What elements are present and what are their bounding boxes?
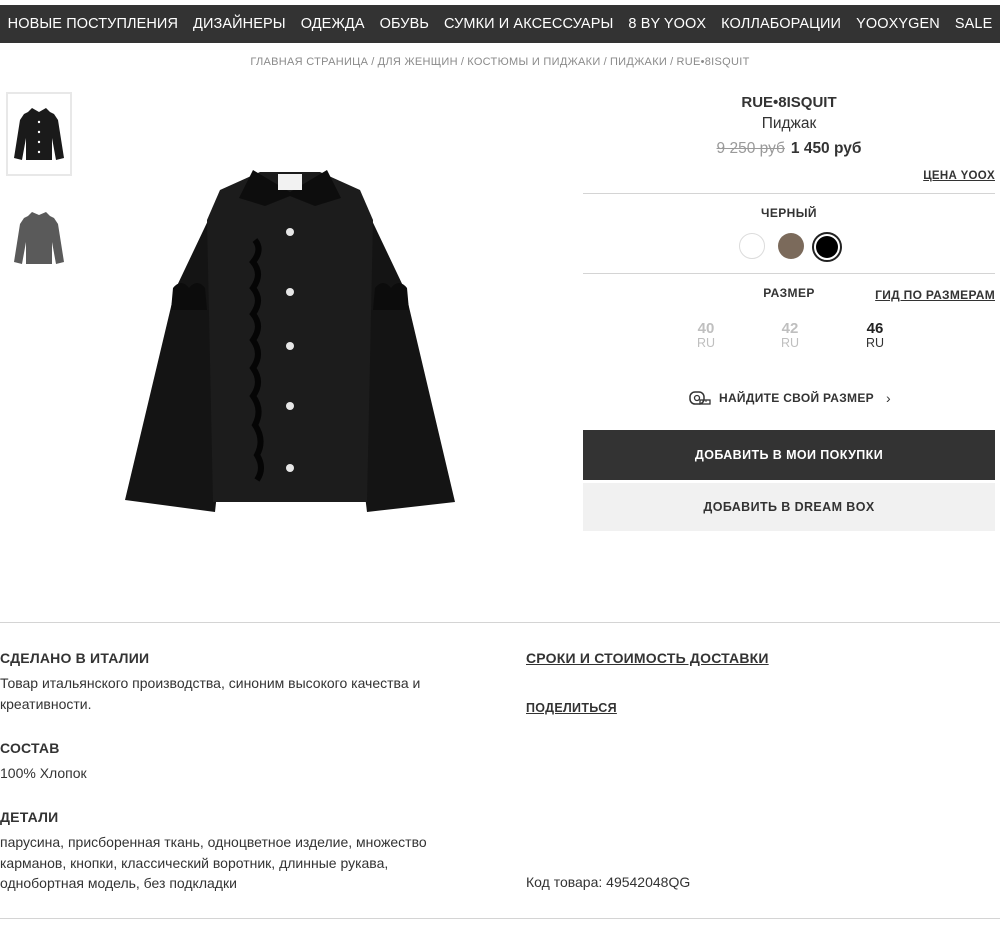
breadcrumb-separator: / — [603, 56, 607, 68]
composition-text: 100% Хлопок — [0, 765, 87, 781]
nav-item-new-arrivals[interactable]: НОВЫЕ ПОСТУПЛЕНИЯ — [8, 16, 178, 32]
nav-item-collaborations[interactable]: КОЛЛАБОРАЦИИ — [721, 16, 841, 32]
product-main-image[interactable] — [105, 150, 475, 530]
find-your-size-link[interactable]: НАЙДИТЕ СВОЙ РАЗМЕР › — [689, 388, 891, 408]
find-your-size-label: НАЙДИТЕ СВОЙ РАЗМЕР — [719, 391, 874, 405]
price-row: 9 250 руб 1 450 руб — [583, 140, 995, 158]
divider — [583, 273, 995, 274]
details-text: парусина, присборенная ткань, одноцветно… — [0, 834, 427, 891]
breadcrumb-jackets[interactable]: ПИДЖАКИ — [610, 56, 667, 68]
nav-item-yooxygen[interactable]: YOOXYGEN — [856, 16, 940, 32]
made-in-title: СДЕЛАНО В ИТАЛИИ — [0, 650, 150, 666]
breadcrumb-separator: / — [670, 56, 674, 68]
breadcrumb-separator: / — [460, 56, 465, 68]
add-to-dreambox-button[interactable]: ДОБАВИТЬ В DREAM BOX — [583, 483, 995, 531]
breadcrumb: ГЛАВНАЯ СТРАНИЦА / ДЛЯ ЖЕНЩИН / КОСТЮМЫ И ПИ… — [0, 56, 1000, 68]
product-code: Код товара: 49542048QG — [526, 874, 691, 890]
nav-item-sale[interactable]: SALE — [955, 16, 992, 32]
made-in-text: Товар итальянского производства, синоним… — [0, 675, 421, 712]
thumbnail-front[interactable] — [6, 92, 72, 176]
size-guide-link[interactable]: ГИД ПО РАЗМЕРАМ — [875, 288, 995, 302]
breadcrumb-separator: / — [371, 56, 375, 68]
nav-item-8-by-yoox[interactable]: 8 BY YOOX — [628, 16, 706, 32]
selected-color-label: ЧЕРНЫЙ — [761, 206, 817, 220]
color-swatch-black[interactable] — [812, 232, 842, 262]
nav-item-clothing[interactable]: ОДЕЖДА — [301, 16, 365, 32]
sale-price: 1 450 руб — [790, 140, 862, 157]
old-price: 9 250 руб — [716, 140, 785, 157]
delivery-info-link[interactable]: СРОКИ И СТОИМОСТЬ ДОСТАВКИ — [526, 650, 769, 666]
size-title: РАЗМЕР — [763, 286, 815, 300]
share-link[interactable]: ПОДЕЛИТЬСЯ — [526, 701, 617, 715]
size-value: 42 — [781, 320, 799, 337]
divider — [583, 193, 995, 194]
size-option-46[interactable]: 46 RU — [855, 320, 895, 350]
nav-item-shoes[interactable]: ОБУВЬ — [380, 16, 429, 32]
breadcrumb-brand[interactable]: RUE•8ISQUIT — [676, 56, 749, 68]
add-to-cart-button[interactable]: ДОБАВИТЬ В МОИ ПОКУПКИ — [583, 430, 995, 480]
size-unit: RU — [696, 336, 716, 350]
breadcrumb-suits-jackets[interactable]: КОСТЮМЫ И ПИДЖАКИ — [467, 56, 600, 68]
size-value: 40 — [697, 320, 715, 337]
details-title: ДЕТАЛИ — [0, 809, 59, 825]
jacket-front-thumbnail-image — [14, 108, 64, 160]
size-option-40[interactable]: 40 RU — [686, 320, 726, 350]
breadcrumb-home[interactable]: ГЛАВНАЯ СТРАНИЦА — [250, 56, 368, 68]
section-divider — [0, 918, 1000, 919]
top-navigation: НОВЫЕ ПОСТУПЛЕНИЯ ДИЗАЙНЕРЫ ОДЕЖДА ОБУВЬ… — [0, 5, 1000, 43]
size-option-42[interactable]: 42 RU — [770, 320, 810, 350]
product-brand[interactable]: RUE•8ISQUIT — [583, 94, 995, 111]
section-divider — [0, 622, 1000, 623]
thumbnail-back[interactable] — [6, 196, 72, 280]
tape-measure-icon — [689, 391, 711, 405]
size-value: 46 — [866, 320, 884, 337]
nav-item-bags-accessories[interactable]: СУМКИ И АКСЕССУАРЫ — [444, 16, 613, 32]
black-jacket-image — [125, 170, 455, 512]
breadcrumb-women[interactable]: ДЛЯ ЖЕНЩИН — [378, 56, 458, 68]
product-category: Пиджак — [761, 115, 817, 132]
chevron-right-icon: › — [885, 390, 891, 406]
jacket-back-thumbnail-image — [14, 212, 64, 264]
size-unit: RU — [780, 336, 800, 350]
composition-title: СОСТАВ — [0, 740, 60, 756]
nav-item-designers[interactable]: ДИЗАЙНЕРЫ — [193, 16, 286, 32]
color-swatch-black-fill — [816, 236, 838, 258]
yoox-price-link[interactable]: ЦЕНА YOOX — [923, 170, 995, 182]
color-swatch-brown[interactable] — [778, 233, 804, 259]
size-unit: RU — [865, 336, 885, 350]
color-swatch-white[interactable] — [739, 233, 765, 259]
